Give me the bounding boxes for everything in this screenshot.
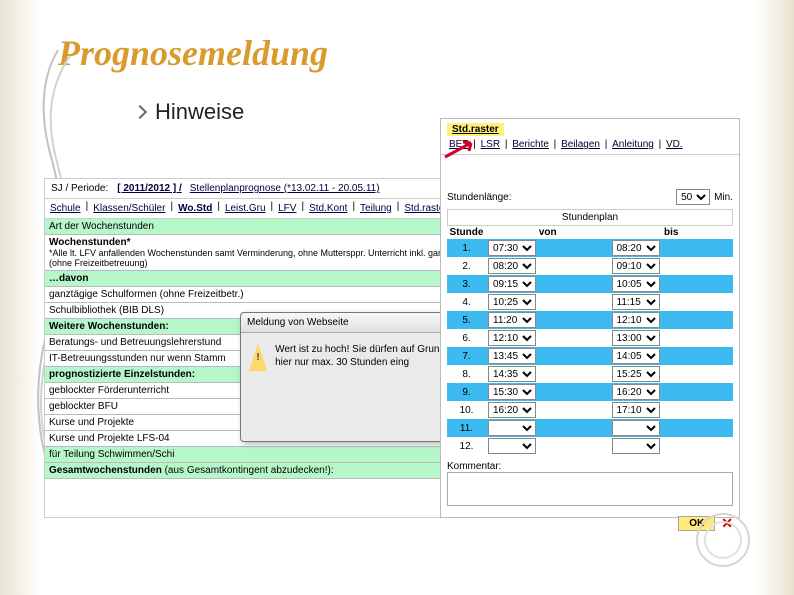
bis-select[interactable]: 10:05 <box>612 276 660 292</box>
tab-teilung[interactable]: Teilung <box>357 201 395 216</box>
tab-wostd[interactable]: Wo.Std <box>175 201 215 216</box>
ok-button[interactable]: OK <box>678 516 715 531</box>
stunde-num: 3. <box>449 279 484 290</box>
tab-leistgru[interactable]: Leist.Gru <box>222 201 269 216</box>
stellenplan-link[interactable]: Stellenplanprognose (*13.02.11 - 20.05.1… <box>187 181 383 196</box>
nav-beilagen[interactable]: Beilagen <box>559 139 602 150</box>
bis-select[interactable]: 08:20 <box>612 240 660 256</box>
stundenplan-row: 3. 09:15 10:05 <box>447 275 733 293</box>
bis-select[interactable]: 14:05 <box>612 348 660 364</box>
von-select[interactable]: 13:45 <box>488 348 536 364</box>
stunde-num: 4. <box>449 297 484 308</box>
stundenplan-row: 1. 07:30 08:20 <box>447 239 733 257</box>
von-select[interactable]: 07:30 <box>488 240 536 256</box>
von-select[interactable]: 10:25 <box>488 294 536 310</box>
stundenplan-heading: Stundenplan <box>447 209 733 226</box>
stundenplan-row: 12. <box>447 437 733 455</box>
stundenplan-row: 11. <box>447 419 733 437</box>
von-select[interactable]: 16:20 <box>488 402 536 418</box>
row-note: (aus Gesamtkontingent abzudecken!): <box>165 465 334 476</box>
stundenlaenge-select[interactable]: 50 <box>676 189 710 205</box>
stdraster-panel: Std.raster BET | LSR | Berichte | Beilag… <box>440 118 740 518</box>
von-select[interactable] <box>488 420 536 436</box>
stunde-num: 1. <box>449 243 484 254</box>
close-icon[interactable]: ✕ <box>721 515 733 532</box>
stunde-num: 12. <box>449 441 484 452</box>
nav-vd[interactable]: VD. <box>664 139 685 150</box>
von-select[interactable] <box>488 438 536 454</box>
stunde-num: 7. <box>449 351 484 362</box>
bis-select[interactable]: 09:10 <box>612 258 660 274</box>
bullet-arrow-icon <box>133 105 147 119</box>
von-select[interactable]: 14:35 <box>488 366 536 382</box>
sj-periode-value[interactable]: [ 2011/2012 ] / <box>114 181 185 196</box>
row-label: Gesamtwochenstunden <box>49 465 162 476</box>
nav-lsr[interactable]: LSR <box>479 139 502 150</box>
stundenplan-row: 7. 13:45 14:05 <box>447 347 733 365</box>
tab-stdkont[interactable]: Std.Kont <box>306 201 350 216</box>
slide-title: Prognosemeldung <box>58 32 754 74</box>
von-select[interactable]: 11:20 <box>488 312 536 328</box>
row-label: für Teilung Schwimmen/Schi <box>49 449 174 460</box>
stunde-num: 10. <box>449 405 484 416</box>
tab-klassenschler[interactable]: Klassen/Schüler <box>90 201 168 216</box>
tab-lfv[interactable]: LFV <box>275 201 299 216</box>
stundenplan-row: 8. 14:35 15:25 <box>447 365 733 383</box>
von-select[interactable]: 08:20 <box>488 258 536 274</box>
sj-periode-label: SJ / Periode: <box>47 181 112 196</box>
bis-select[interactable] <box>612 420 660 436</box>
von-select[interactable]: 15:30 <box>488 384 536 400</box>
stundenplan-row: 10. 16:20 17:10 <box>447 401 733 419</box>
bis-select[interactable]: 17:10 <box>612 402 660 418</box>
bis-select[interactable]: 15:25 <box>612 366 660 382</box>
stundenplan-row: 2. 08:20 09:10 <box>447 257 733 275</box>
kommentar-label: Kommentar: <box>447 461 733 472</box>
col-bis: bis <box>612 227 732 238</box>
kommentar-textarea[interactable] <box>447 472 733 506</box>
bis-select[interactable]: 12:10 <box>612 312 660 328</box>
nav-berichte[interactable]: Berichte <box>510 139 551 150</box>
stundenplan-row: 9. 15:30 16:20 <box>447 383 733 401</box>
bullet-text: Hinweise <box>155 99 244 125</box>
nav-bet[interactable]: BET <box>447 139 470 150</box>
bis-select[interactable]: 11:15 <box>612 294 660 310</box>
stundenlaenge-unit: Min. <box>714 192 733 203</box>
stundenlaenge-label: Stundenlänge: <box>447 192 512 203</box>
col-von: von <box>488 227 608 238</box>
tab-stdraster-highlighted[interactable]: Std.raster <box>447 123 504 136</box>
bis-select[interactable]: 13:00 <box>612 330 660 346</box>
stundenplan-row: 6. 12:10 13:00 <box>447 329 733 347</box>
stundenplan-row: 5. 11:20 12:10 <box>447 311 733 329</box>
tab-schule[interactable]: Schule <box>47 201 84 216</box>
stunde-num: 5. <box>449 315 484 326</box>
stunde-num: 11. <box>449 423 484 434</box>
stundenplan-row: 4. 10:25 11:15 <box>447 293 733 311</box>
von-select[interactable]: 09:15 <box>488 276 536 292</box>
stunde-num: 2. <box>449 261 484 272</box>
stunde-num: 6. <box>449 333 484 344</box>
stunde-num: 8. <box>449 369 484 380</box>
bis-select[interactable]: 16:20 <box>612 384 660 400</box>
col-stunde: Stunde <box>449 227 484 238</box>
warning-icon: ! <box>249 343 267 371</box>
von-select[interactable]: 12:10 <box>488 330 536 346</box>
nav-anleitung[interactable]: Anleitung <box>610 139 656 150</box>
stunde-num: 9. <box>449 387 484 398</box>
bis-select[interactable] <box>612 438 660 454</box>
